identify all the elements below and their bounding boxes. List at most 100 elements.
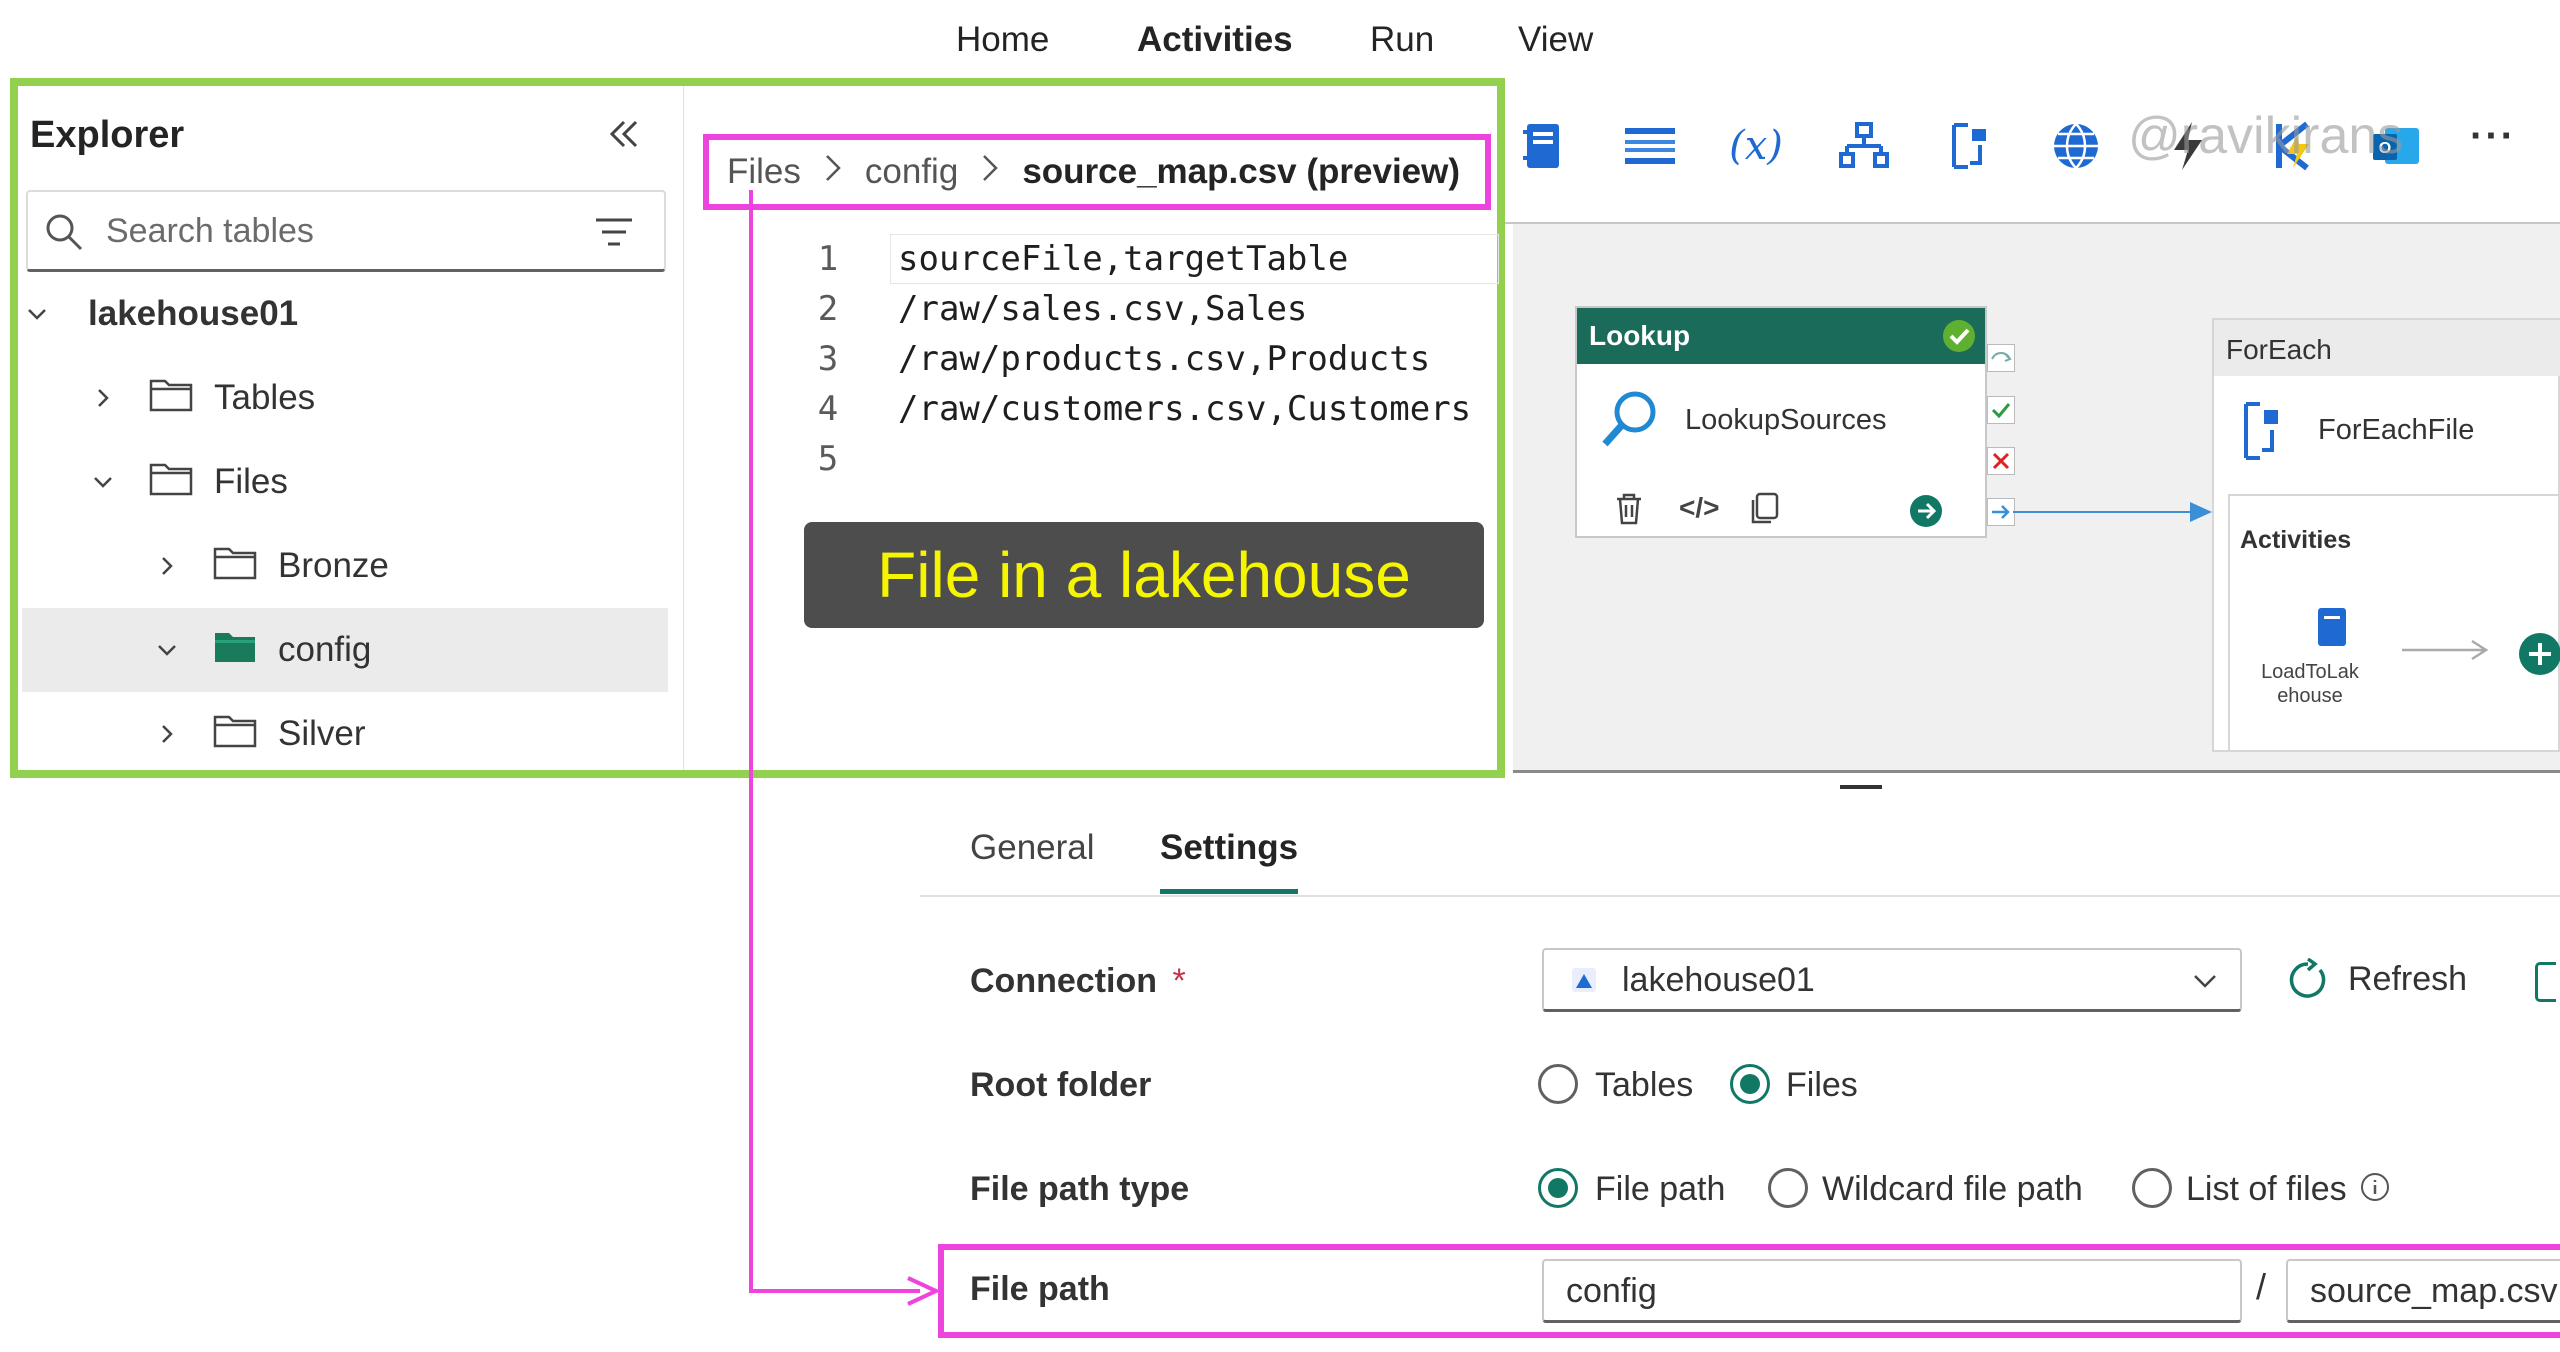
connection-dropdown[interactable]: lakehouse01 [1542, 948, 2242, 1012]
tree-item-lakehouse01[interactable]: lakehouse01 [18, 272, 658, 356]
folder-icon [212, 543, 258, 590]
menu-activities[interactable]: Activities [1137, 20, 1293, 60]
folder-icon [148, 459, 194, 506]
delete-icon[interactable] [1613, 492, 1645, 531]
list-of-files-radio[interactable] [2132, 1168, 2172, 1208]
lakehouse-icon [1570, 966, 1598, 999]
tree-label: Files [214, 462, 288, 501]
file-path-radio[interactable] [1538, 1168, 1578, 1208]
tree-label: Tables [214, 378, 316, 417]
notebook-icon[interactable] [1515, 118, 1571, 174]
tree-label: Silver [278, 714, 366, 753]
chevron-right-icon [823, 152, 843, 192]
breadcrumb-files[interactable]: Files [727, 152, 801, 192]
collapse-panel-icon[interactable] [606, 116, 642, 157]
path-separator: / [2256, 1266, 2267, 1307]
file-path-label: File path [970, 1270, 1110, 1308]
chevron-right-icon[interactable] [88, 383, 118, 413]
menu-run[interactable]: Run [1370, 20, 1434, 60]
chevron-down-icon[interactable] [22, 299, 52, 329]
filter-icon[interactable] [594, 216, 634, 253]
on-fail-connector[interactable] [1987, 447, 2015, 475]
arrow-right-icon [2400, 638, 2490, 667]
connection-label: Connection * [970, 962, 1186, 1000]
foreach-icon [2240, 400, 2284, 467]
lookup-activity-card[interactable]: Lookup LookupSources </> [1575, 306, 1987, 538]
folder-icon [212, 711, 258, 758]
foreach-activity-icon[interactable] [1942, 118, 1998, 174]
file-path-folder-input[interactable]: config [1542, 1259, 2242, 1323]
lookup-header: Lookup [1577, 308, 1985, 364]
root-tables-label: Tables [1595, 1066, 1694, 1104]
watermark: @ravikirans [2128, 107, 2404, 165]
search-tables-box[interactable]: Search tables [26, 190, 666, 272]
root-files-label: Files [1786, 1066, 1858, 1104]
menu-view[interactable]: View [1518, 20, 1593, 60]
wildcard-file-path-radio[interactable] [1768, 1168, 1808, 1208]
explorer-sidebar: Explorer Search tables lakehouse01 Table… [18, 86, 684, 770]
variable-icon[interactable]: (x) [1728, 118, 1784, 174]
file-path-file-input[interactable]: source_map.csv [2286, 1259, 2560, 1323]
resize-handle[interactable] [1840, 785, 1882, 789]
tree-label: lakehouse01 [88, 294, 299, 333]
copy-icon[interactable] [1749, 492, 1779, 531]
more-options-button[interactable]: ··· [2470, 114, 2516, 159]
canvas-divider [1513, 770, 2560, 773]
file-path-option-label: File path [1595, 1170, 1726, 1208]
breadcrumb-config[interactable]: config [865, 152, 958, 192]
code-icon[interactable]: </> [1679, 492, 1719, 524]
tab-settings[interactable]: Settings [1160, 828, 1298, 868]
tree-item-bronze[interactable]: Bronze [18, 524, 658, 608]
foreach-activity-card[interactable]: ForEach ForEachFile Activities LoadToLak… [2212, 318, 2560, 752]
activities-label: Activities [2240, 526, 2352, 554]
root-files-radio[interactable] [1730, 1064, 1770, 1104]
tree-label: config [278, 630, 372, 669]
on-skip-connector[interactable] [1987, 344, 2015, 372]
search-input[interactable]: Search tables [106, 212, 314, 251]
root-folder-label: Root folder [970, 1066, 1152, 1104]
on-completion-connector[interactable] [1987, 498, 2015, 526]
list-of-files-label: List of files [2186, 1170, 2347, 1208]
root-tables-radio[interactable] [1538, 1064, 1578, 1104]
on-success-connector[interactable] [1987, 396, 2015, 424]
search-icon [44, 212, 84, 257]
go-arrow-icon[interactable] [1909, 494, 1943, 533]
foreach-inner-activities: Activities LoadToLak ehouse [2228, 494, 2560, 752]
globe-icon[interactable] [2048, 118, 2104, 174]
script-activity-icon[interactable] [1622, 118, 1678, 174]
tab-active-indicator [1160, 889, 1298, 894]
tree-item-files[interactable]: Files [18, 440, 658, 524]
chevron-right-icon [980, 152, 1000, 192]
chevron-right-icon[interactable] [152, 719, 182, 749]
tree-item-tables[interactable]: Tables [18, 356, 658, 440]
switch-activity-icon[interactable] [1836, 118, 1892, 174]
chevron-right-icon[interactable] [152, 551, 182, 581]
annotation-arrow [749, 190, 941, 1306]
tree-item-silver[interactable]: Silver [18, 692, 658, 776]
wildcard-file-path-label: Wildcard file path [1822, 1170, 2083, 1208]
refresh-label: Refresh [2348, 960, 2468, 998]
chevron-down-icon[interactable] [88, 467, 118, 497]
info-icon[interactable] [2360, 1172, 2390, 1207]
foreach-activity-name: ForEachFile [2318, 414, 2475, 446]
tree-label: Bronze [278, 546, 389, 585]
tab-divider [920, 895, 2560, 897]
breadcrumb-current-file: source_map.csv (preview) [1022, 152, 1461, 191]
connection-value: lakehouse01 [1622, 961, 1815, 999]
explorer-title: Explorer [30, 114, 185, 156]
foreach-header: ForEach [2214, 320, 2560, 376]
menu-home[interactable]: Home [956, 20, 1049, 60]
chevron-down-icon [2192, 970, 2218, 997]
success-check-icon [1943, 320, 1975, 352]
tree-item-config[interactable]: config [22, 608, 668, 692]
chevron-down-icon[interactable] [152, 635, 182, 665]
tab-general[interactable]: General [970, 828, 1095, 868]
folder-icon [148, 375, 194, 422]
edit-icon[interactable] [2535, 962, 2556, 1002]
file-path-type-label: File path type [970, 1170, 1190, 1208]
connector-arrow-icon [2190, 502, 2212, 527]
folder-open-icon [212, 627, 258, 674]
lookup-activity-name: LookupSources [1685, 404, 1887, 436]
add-activity-icon[interactable] [2518, 632, 2560, 681]
required-marker: * [1172, 962, 1186, 1000]
